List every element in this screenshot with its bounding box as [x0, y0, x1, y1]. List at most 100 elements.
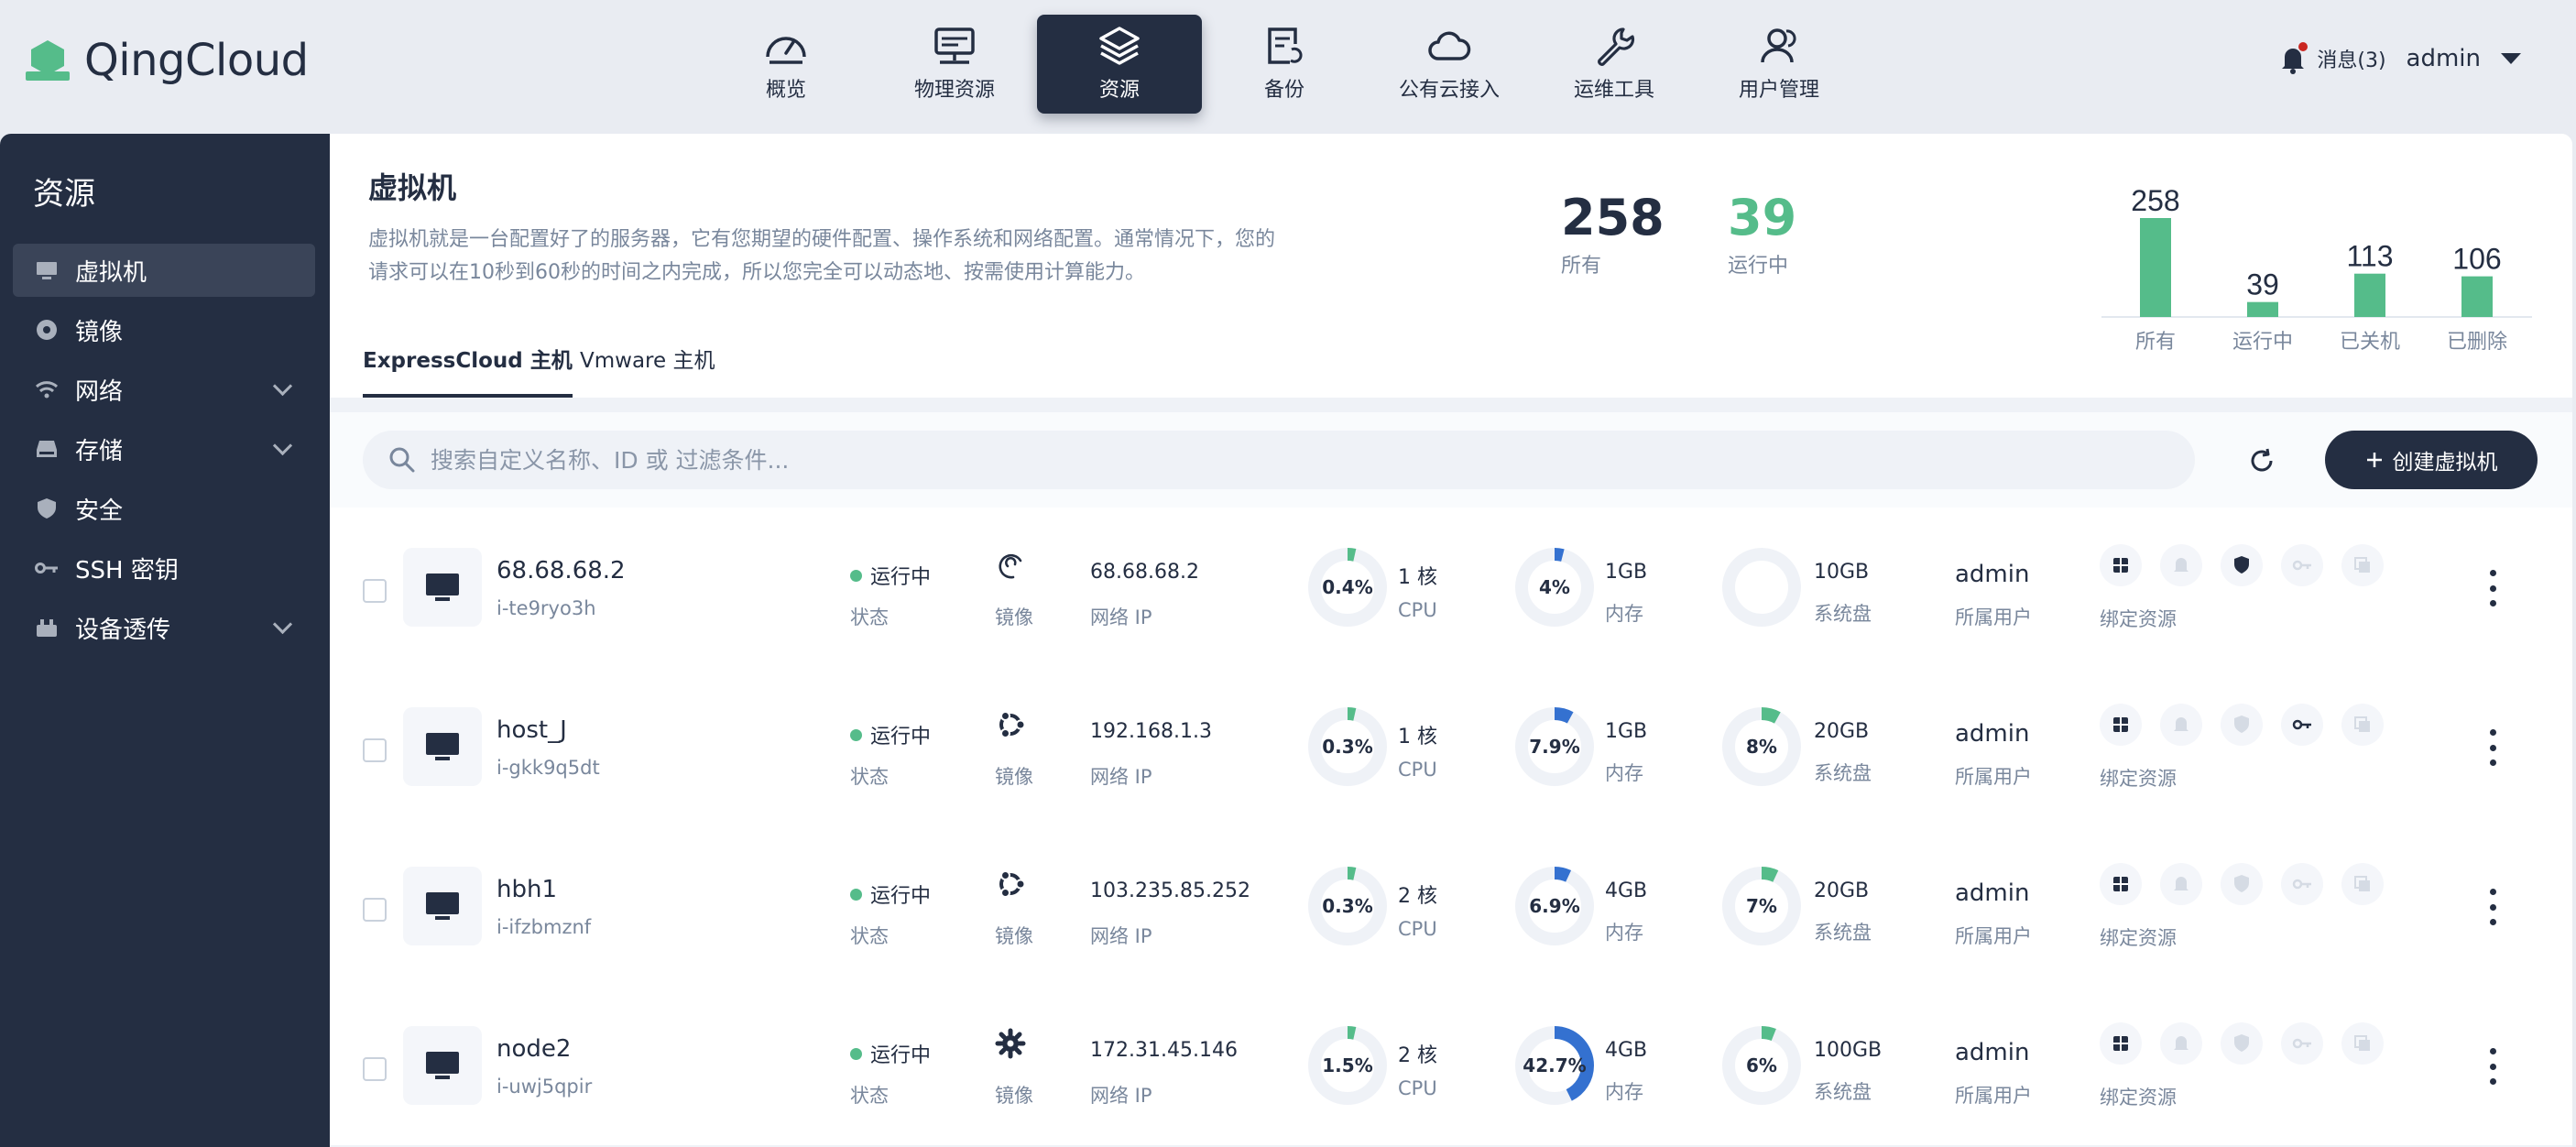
- refresh-button[interactable]: [2239, 438, 2285, 484]
- user-menu-caret-icon[interactable]: [2501, 53, 2521, 64]
- bind-keypair[interactable]: [2281, 1022, 2323, 1065]
- dot-icon: [2489, 903, 2496, 911]
- memory-size: 1GB: [1605, 561, 1648, 584]
- bind-vxnet[interactable]: [2100, 544, 2142, 586]
- bound-resources: [2100, 544, 2402, 586]
- sidebar-item-ssh-key[interactable]: SSH 密钥: [13, 541, 315, 595]
- nav-overview[interactable]: 概览: [740, 15, 832, 114]
- vm-avatar: [403, 707, 482, 786]
- image-label: 镜像: [995, 766, 1033, 788]
- bind-security-group[interactable]: [2221, 544, 2263, 586]
- cpu-label: CPU: [1398, 599, 1437, 621]
- sidebar-item-vm[interactable]: 虚拟机: [13, 244, 315, 297]
- nav-label: 备份: [1263, 79, 1304, 102]
- refresh-icon: [2251, 448, 2273, 472]
- bind-keypair[interactable]: [2281, 544, 2323, 586]
- bind-label: 绑定资源: [2100, 768, 2177, 790]
- stat-running-label: 运行中: [1728, 255, 1789, 278]
- stat-total-value: 258: [1561, 189, 1665, 246]
- logo[interactable]: QingCloud: [26, 35, 309, 86]
- sidebar-item-device-passthrough[interactable]: 设备透传: [13, 601, 315, 654]
- nav-public-cloud[interactable]: 公有云接入: [1381, 15, 1517, 114]
- more-actions-button[interactable]: [2481, 1048, 2505, 1085]
- bind-security-group[interactable]: [2221, 863, 2263, 905]
- nav-resources[interactable]: 资源: [1037, 15, 1202, 114]
- dot-icon: [2489, 600, 2496, 606]
- table-row[interactable]: node2 i-uwj5qpir 运行中 状态 镜像 172.31.45.146…: [330, 986, 2572, 1147]
- image-label: 镜像: [995, 1085, 1033, 1107]
- nav-user-management[interactable]: 用户管理: [1728, 15, 1830, 114]
- wifi-icon: [33, 376, 60, 403]
- memory-label: 内存: [1605, 603, 1643, 625]
- sidebar-item-network[interactable]: 网络: [13, 363, 315, 416]
- bind-vxnet[interactable]: [2100, 704, 2142, 746]
- bind-alarm[interactable]: [2160, 544, 2202, 586]
- monitor-icon: [426, 892, 459, 920]
- ubuntu-icon: [999, 711, 1026, 738]
- bind-keypair[interactable]: [2281, 704, 2323, 746]
- row-checkbox[interactable]: [363, 579, 387, 603]
- tab-vmware[interactable]: Vmware 主机: [580, 337, 715, 394]
- bind-alarm[interactable]: [2160, 1022, 2202, 1065]
- sidebar-title: 资源: [33, 176, 95, 213]
- bind-vxnet[interactable]: [2100, 863, 2142, 905]
- ubuntu-icon: [999, 870, 1026, 898]
- bind-security-group[interactable]: [2221, 1022, 2263, 1065]
- table-row[interactable]: 68.68.68.2 i-te9ryo3h 运行中 状态 镜像 68.68.68…: [330, 508, 2572, 669]
- bind-alarm[interactable]: [2160, 704, 2202, 746]
- create-vm-button[interactable]: 创建虚拟机: [2325, 431, 2538, 489]
- bind-volume[interactable]: [2341, 1022, 2384, 1065]
- nav-physical-resources[interactable]: 物理资源: [898, 15, 1011, 114]
- owner-name: admin: [1955, 1039, 2030, 1066]
- vm-id: i-gkk9q5dt: [497, 757, 600, 779]
- ip-label: 网络 IP: [1090, 606, 1152, 628]
- cpu-gauge: 0.4%: [1306, 546, 1389, 628]
- nav-ops-tools[interactable]: 运维工具: [1563, 15, 1665, 114]
- sidebar-item-security[interactable]: 安全: [13, 482, 315, 535]
- cpu-gauge: 1.5%: [1306, 1024, 1389, 1107]
- vxnet-icon: [2113, 877, 2128, 891]
- vm-name[interactable]: 68.68.68.2: [497, 557, 626, 584]
- more-actions-button[interactable]: [2481, 570, 2505, 606]
- vm-avatar: [403, 1026, 482, 1105]
- search-input[interactable]: [429, 445, 2081, 475]
- bind-security-group[interactable]: [2221, 704, 2263, 746]
- memory-size: 1GB: [1605, 720, 1648, 743]
- notification-bell[interactable]: [2276, 42, 2309, 75]
- tab-expresscloud[interactable]: ExpressCloud 主机: [363, 337, 573, 398]
- monitor-icon: [426, 574, 459, 601]
- security-group-icon: [2234, 1034, 2249, 1052]
- dot-icon: [2489, 889, 2496, 895]
- chevron-down-icon: [272, 614, 293, 635]
- more-actions-button[interactable]: [2481, 729, 2505, 766]
- nav-backup[interactable]: 备份: [1239, 15, 1330, 114]
- bind-alarm[interactable]: [2160, 863, 2202, 905]
- bind-volume[interactable]: [2341, 544, 2384, 586]
- status-label: 状态: [850, 925, 889, 947]
- row-checkbox[interactable]: [363, 738, 387, 762]
- vm-name[interactable]: hbh1: [497, 876, 557, 903]
- user-name[interactable]: admin: [2407, 45, 2481, 72]
- sidebar-item-image[interactable]: 镜像: [13, 303, 315, 356]
- table-row[interactable]: host_J i-gkk9q5dt 运行中 状态 镜像 192.168.1.3 …: [330, 667, 2572, 828]
- memory-gauge: 7.9%: [1513, 705, 1596, 788]
- vm-name[interactable]: node2: [497, 1035, 571, 1063]
- row-checkbox[interactable]: [363, 1057, 387, 1081]
- bind-volume[interactable]: [2341, 863, 2384, 905]
- bind-volume[interactable]: [2341, 704, 2384, 746]
- disk-size: 10GB: [1814, 561, 1870, 584]
- bind-vxnet[interactable]: [2100, 1022, 2142, 1065]
- messages-link[interactable]: 消息(3): [2317, 44, 2385, 73]
- more-actions-button[interactable]: [2481, 889, 2505, 925]
- network-ip: 103.235.85.252: [1090, 879, 1250, 902]
- vm-name[interactable]: host_J: [497, 716, 567, 744]
- sidebar-item-storage[interactable]: 存储: [13, 422, 315, 475]
- dot-icon: [2489, 584, 2496, 592]
- chart-data-label: 39: [2246, 268, 2279, 301]
- search-bar[interactable]: [363, 431, 2195, 489]
- row-checkbox[interactable]: [363, 898, 387, 922]
- table-row[interactable]: hbh1 i-ifzbmznf 运行中 状态 镜像 103.235.85.252…: [330, 826, 2572, 988]
- owner-label: 所属用户: [1955, 606, 2032, 628]
- bind-keypair[interactable]: [2281, 863, 2323, 905]
- cpu-percent: 1.5%: [1322, 1054, 1373, 1076]
